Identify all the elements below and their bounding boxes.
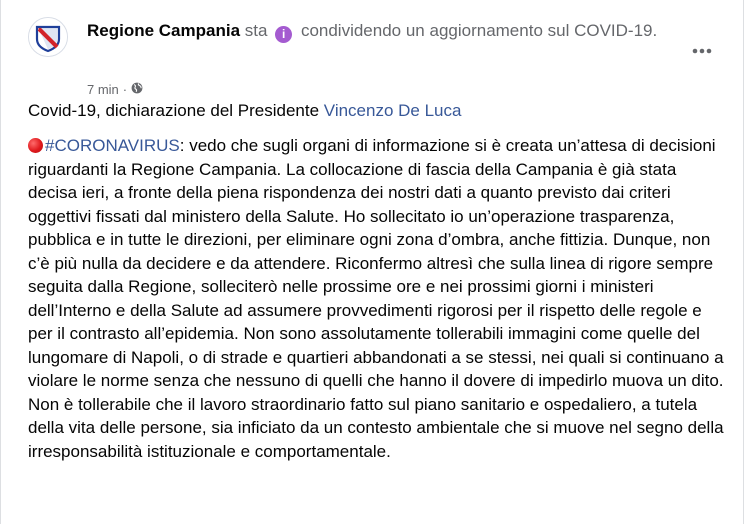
status-prefix: sta	[244, 21, 268, 40]
facebook-post: Regione Campania sta i condividendo un a…	[0, 0, 744, 524]
post-body: #CORONAVIRUS: vedo che sugli organi di i…	[28, 134, 728, 463]
red-circle-emoji-icon	[28, 138, 43, 153]
post-header: Regione Campania sta i condividendo un a…	[28, 13, 728, 97]
post-paragraph-1: #CORONAVIRUS: vedo che sugli organi di i…	[28, 134, 728, 393]
meta-separator: ·	[122, 82, 128, 97]
more-options-button[interactable]	[684, 33, 720, 69]
regione-campania-logo-icon	[29, 18, 67, 56]
status-text: condividendo un aggiornamento sul COVID-…	[300, 21, 658, 40]
paragraph-1-text: : vedo che sugli organi di informazione …	[28, 136, 724, 390]
more-options-icon	[692, 48, 712, 54]
post-paragraph-2: Non è tollerabile che il lavoro straordi…	[28, 394, 724, 461]
hashtag-link[interactable]: #CORONAVIRUS	[45, 136, 180, 155]
author-line: Regione Campania sta i condividendo un a…	[87, 20, 707, 43]
caption-text: Covid-19, dichiarazione del Presidente	[28, 101, 324, 120]
avatar[interactable]	[28, 17, 68, 57]
author-name[interactable]: Regione Campania	[87, 21, 240, 40]
globe-icon[interactable]	[131, 82, 143, 97]
info-icon: i	[275, 26, 293, 43]
post-meta: 7 min ·	[87, 82, 143, 97]
post-caption: Covid-19, dichiarazione del Presidente V…	[28, 99, 728, 123]
timestamp[interactable]: 7 min	[87, 82, 119, 97]
caption-mention-link[interactable]: Vincenzo De Luca	[324, 101, 462, 120]
